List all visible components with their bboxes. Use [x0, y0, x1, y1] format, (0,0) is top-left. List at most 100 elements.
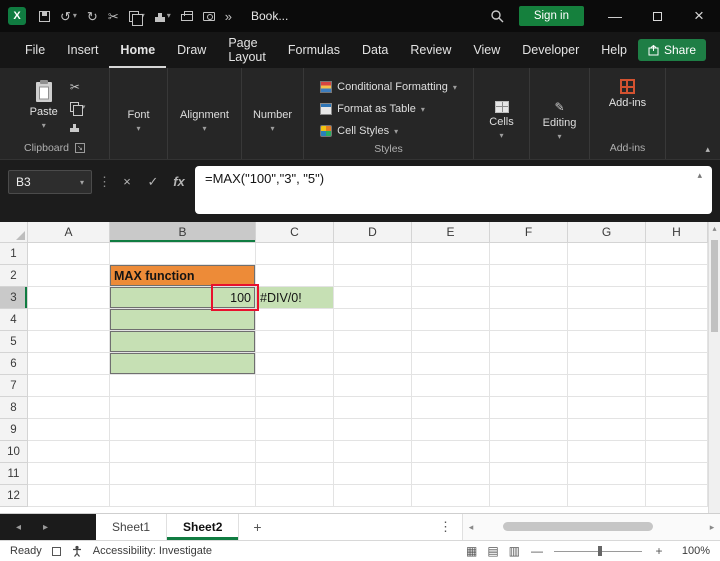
scroll-right-icon[interactable]: ▸ [704, 522, 720, 533]
print-icon[interactable] [180, 11, 193, 21]
format-painter-button[interactable] [69, 120, 79, 134]
cell-E10[interactable] [412, 441, 490, 463]
search-icon[interactable] [490, 9, 504, 23]
cell-H3[interactable] [646, 287, 708, 309]
zoom-slider[interactable] [554, 545, 642, 557]
cell-H9[interactable] [646, 419, 708, 441]
enter-button[interactable]: ✓ [143, 174, 163, 190]
cell-F9[interactable] [490, 419, 568, 441]
cell-C11[interactable] [256, 463, 334, 485]
new-sheet-button[interactable]: + [239, 514, 275, 540]
row-header-12[interactable]: 12 [0, 485, 28, 507]
cell-G9[interactable] [568, 419, 646, 441]
cell-F10[interactable] [490, 441, 568, 463]
cell-C4[interactable] [256, 309, 334, 331]
cell-D7[interactable] [334, 375, 412, 397]
sheet-tab-sheet2[interactable]: Sheet2 [167, 514, 240, 540]
column-header-C[interactable]: C [256, 222, 334, 243]
cell-H4[interactable] [646, 309, 708, 331]
alignment-group-button[interactable]: Alignment ▾ [168, 101, 241, 133]
cell-D1[interactable] [334, 243, 412, 265]
cell-D9[interactable] [334, 419, 412, 441]
cell-H12[interactable] [646, 485, 708, 507]
scroll-left-icon[interactable]: ◂ [463, 522, 479, 533]
save-icon[interactable] [39, 10, 50, 22]
tab-help[interactable]: Help [590, 32, 638, 68]
cell-D3[interactable] [334, 287, 412, 309]
select-all-corner[interactable] [0, 222, 28, 243]
copy-button[interactable]: ▾ [69, 100, 85, 116]
cell-E7[interactable] [412, 375, 490, 397]
zoom-in-button[interactable]: + [652, 544, 666, 558]
format-painter-icon[interactable]: ▾ [154, 11, 171, 22]
normal-view-icon[interactable]: ▦ [466, 544, 477, 558]
addins-button[interactable]: Add-ins [603, 76, 652, 112]
formula-input[interactable]: =MAX("100","3", "5") ▴ [195, 166, 712, 214]
cell-C12[interactable] [256, 485, 334, 507]
cell-B2[interactable]: MAX function [110, 265, 256, 287]
cell-F4[interactable] [490, 309, 568, 331]
cell-E6[interactable] [412, 353, 490, 375]
formula-bar-grip-icon[interactable]: ⋮ [98, 174, 111, 190]
horizontal-scrollbar-track[interactable] [479, 514, 704, 540]
tab-home[interactable]: Home [109, 32, 166, 68]
column-header-B[interactable]: B [110, 222, 256, 243]
tab-formulas[interactable]: Formulas [277, 32, 351, 68]
cell-G10[interactable] [568, 441, 646, 463]
tab-page-layout[interactable]: Page Layout [217, 32, 277, 68]
page-break-view-icon[interactable]: ▥ [509, 544, 520, 558]
cell-B8[interactable] [110, 397, 256, 419]
previous-sheet-icon[interactable]: ◂ [16, 522, 21, 533]
cut-button[interactable]: ✂ [70, 80, 80, 94]
sign-in-button[interactable]: Sign in [518, 6, 584, 26]
cell-H2[interactable] [646, 265, 708, 287]
insert-function-button[interactable]: fx [169, 174, 189, 189]
font-group-button[interactable]: Font ▾ [110, 101, 167, 133]
row-header-9[interactable]: 9 [0, 419, 28, 441]
cell-B5[interactable] [110, 331, 256, 353]
cell-G7[interactable] [568, 375, 646, 397]
cell-E2[interactable] [412, 265, 490, 287]
cell-A10[interactable] [28, 441, 110, 463]
cell-A5[interactable] [28, 331, 110, 353]
tab-options-icon[interactable]: ⋮ [429, 514, 462, 540]
zoom-out-button[interactable]: — [530, 544, 544, 558]
cell-C6[interactable] [256, 353, 334, 375]
macro-record-icon[interactable] [51, 546, 61, 556]
cell-A4[interactable] [28, 309, 110, 331]
cell-B4[interactable] [110, 309, 256, 331]
cell-F11[interactable] [490, 463, 568, 485]
redo-icon[interactable]: ↻ [87, 10, 98, 23]
cell-F12[interactable] [490, 485, 568, 507]
undo-icon[interactable]: ↺ ▾ [60, 10, 77, 23]
sheet-tab-sheet1[interactable]: Sheet1 [96, 514, 168, 540]
cell-F5[interactable] [490, 331, 568, 353]
tab-draw[interactable]: Draw [166, 32, 217, 68]
cell-H11[interactable] [646, 463, 708, 485]
cell-A7[interactable] [28, 375, 110, 397]
row-header-4[interactable]: 4 [0, 309, 28, 331]
cell-B6[interactable] [110, 353, 256, 375]
collapse-formula-bar-icon[interactable]: ▴ [697, 170, 702, 181]
column-header-A[interactable]: A [28, 222, 110, 243]
cell-D6[interactable] [334, 353, 412, 375]
row-header-2[interactable]: 2 [0, 265, 28, 287]
cell-G4[interactable] [568, 309, 646, 331]
column-header-F[interactable]: F [490, 222, 568, 243]
name-box[interactable]: B3 ▾ [8, 170, 92, 194]
cell-A11[interactable] [28, 463, 110, 485]
tab-data[interactable]: Data [351, 32, 399, 68]
cell-F2[interactable] [490, 265, 568, 287]
cell-E12[interactable] [412, 485, 490, 507]
cell-F3[interactable] [490, 287, 568, 309]
cell-C10[interactable] [256, 441, 334, 463]
excel-logo-icon[interactable]: X [8, 7, 26, 25]
cell-H7[interactable] [646, 375, 708, 397]
row-header-10[interactable]: 10 [0, 441, 28, 463]
camera-icon[interactable] [202, 11, 215, 21]
cell-A2[interactable] [28, 265, 110, 287]
cell-G12[interactable] [568, 485, 646, 507]
cell-C1[interactable] [256, 243, 334, 265]
cell-G8[interactable] [568, 397, 646, 419]
tab-developer[interactable]: Developer [511, 32, 590, 68]
